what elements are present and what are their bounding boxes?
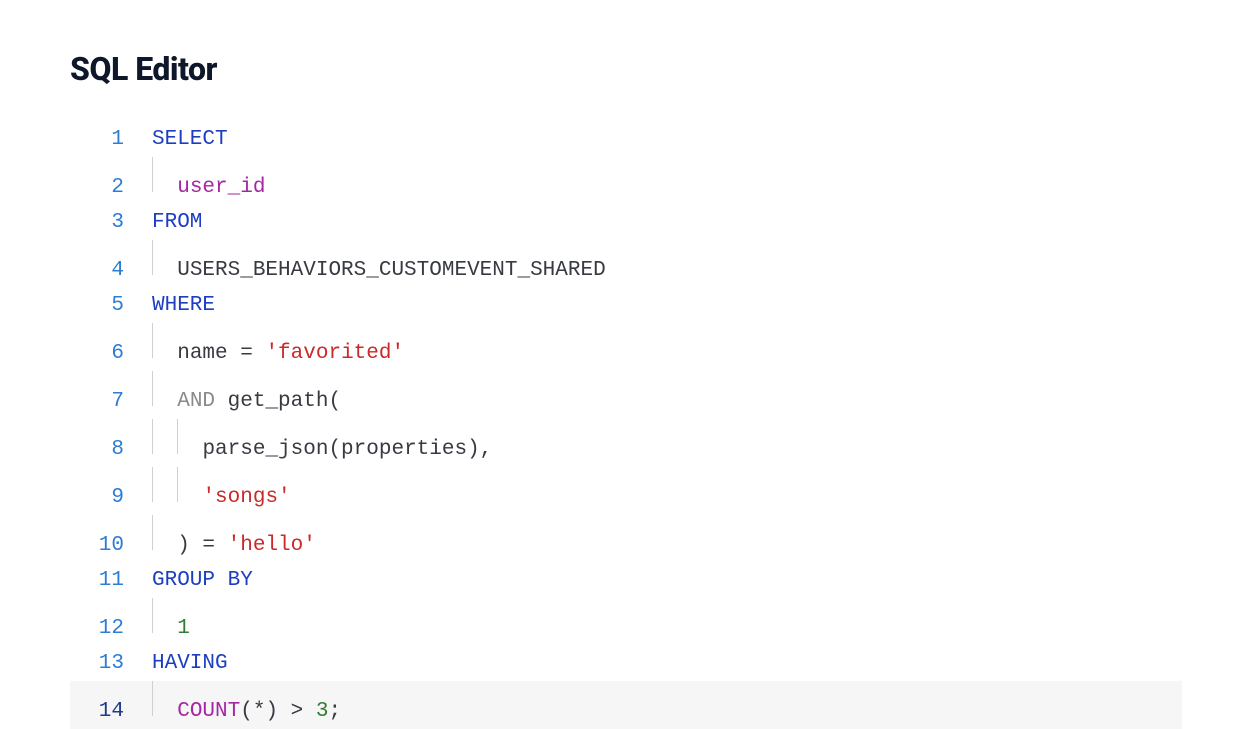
code-line[interactable]: 12 1 (70, 598, 1182, 646)
line-number: 2 (70, 170, 152, 205)
sql-editor[interactable]: 1 SELECT 2 user_id 3 FROM 4 USERS_BEHAVI… (70, 122, 1182, 729)
keyword-select: SELECT (152, 122, 228, 157)
function-name: COUNT (177, 694, 240, 729)
keyword-groupby: GROUP BY (152, 563, 253, 598)
code-line[interactable]: 9 'songs' (70, 467, 1182, 515)
semicolon: ; (328, 694, 341, 729)
keyword-where: WHERE (152, 288, 215, 323)
line-number: 10 (70, 528, 152, 563)
keyword-from: FROM (152, 205, 202, 240)
operator: = (228, 336, 266, 371)
page-title: SQL Editor (70, 50, 1182, 88)
line-number: 13 (70, 646, 152, 681)
function-call: get_path( (215, 384, 341, 419)
table-name: USERS_BEHAVIORS_CUSTOMEVENT_SHARED (177, 253, 605, 288)
line-number: 9 (70, 480, 152, 515)
code-line[interactable]: 8 parse_json(properties), (70, 419, 1182, 467)
code-line[interactable]: 13 HAVING (70, 646, 1182, 681)
line-number: 6 (70, 336, 152, 371)
paren-close: ) (265, 694, 278, 729)
line-number: 4 (70, 253, 152, 288)
code-line[interactable]: 4 USERS_BEHAVIORS_CUSTOMEVENT_SHARED (70, 240, 1182, 288)
operator: = (190, 528, 228, 563)
code-line[interactable]: 3 FROM (70, 205, 1182, 240)
string-literal: 'hello' (228, 528, 316, 563)
line-number: 5 (70, 288, 152, 323)
string-literal: 'favorited' (265, 336, 404, 371)
function-call: parse_json(properties), (202, 432, 492, 467)
line-number: 14 (70, 694, 152, 729)
paren-close: ) (177, 528, 190, 563)
line-number: 7 (70, 384, 152, 419)
code-line-active[interactable]: 14 COUNT(*) > 3; (70, 681, 1182, 729)
column-name: name (177, 336, 227, 371)
code-line[interactable]: 2 user_id (70, 157, 1182, 205)
keyword-and: AND (177, 384, 215, 419)
code-line[interactable]: 1 SELECT (70, 122, 1182, 157)
line-number: 3 (70, 205, 152, 240)
number-literal: 1 (177, 611, 190, 646)
paren-open: ( (240, 694, 253, 729)
code-line[interactable]: 6 name = 'favorited' (70, 323, 1182, 371)
string-literal: 'songs' (202, 480, 290, 515)
line-number: 11 (70, 563, 152, 598)
identifier: user_id (177, 170, 265, 205)
code-line[interactable]: 7 AND get_path( (70, 371, 1182, 419)
operator: > (278, 694, 316, 729)
code-line[interactable]: 5 WHERE (70, 288, 1182, 323)
keyword-having: HAVING (152, 646, 228, 681)
number-literal: 3 (316, 694, 329, 729)
line-number: 8 (70, 432, 152, 467)
code-line[interactable]: 10 ) = 'hello' (70, 515, 1182, 563)
star-icon: * (253, 694, 266, 729)
line-number: 12 (70, 611, 152, 646)
line-number: 1 (70, 122, 152, 157)
code-line[interactable]: 11 GROUP BY (70, 563, 1182, 598)
